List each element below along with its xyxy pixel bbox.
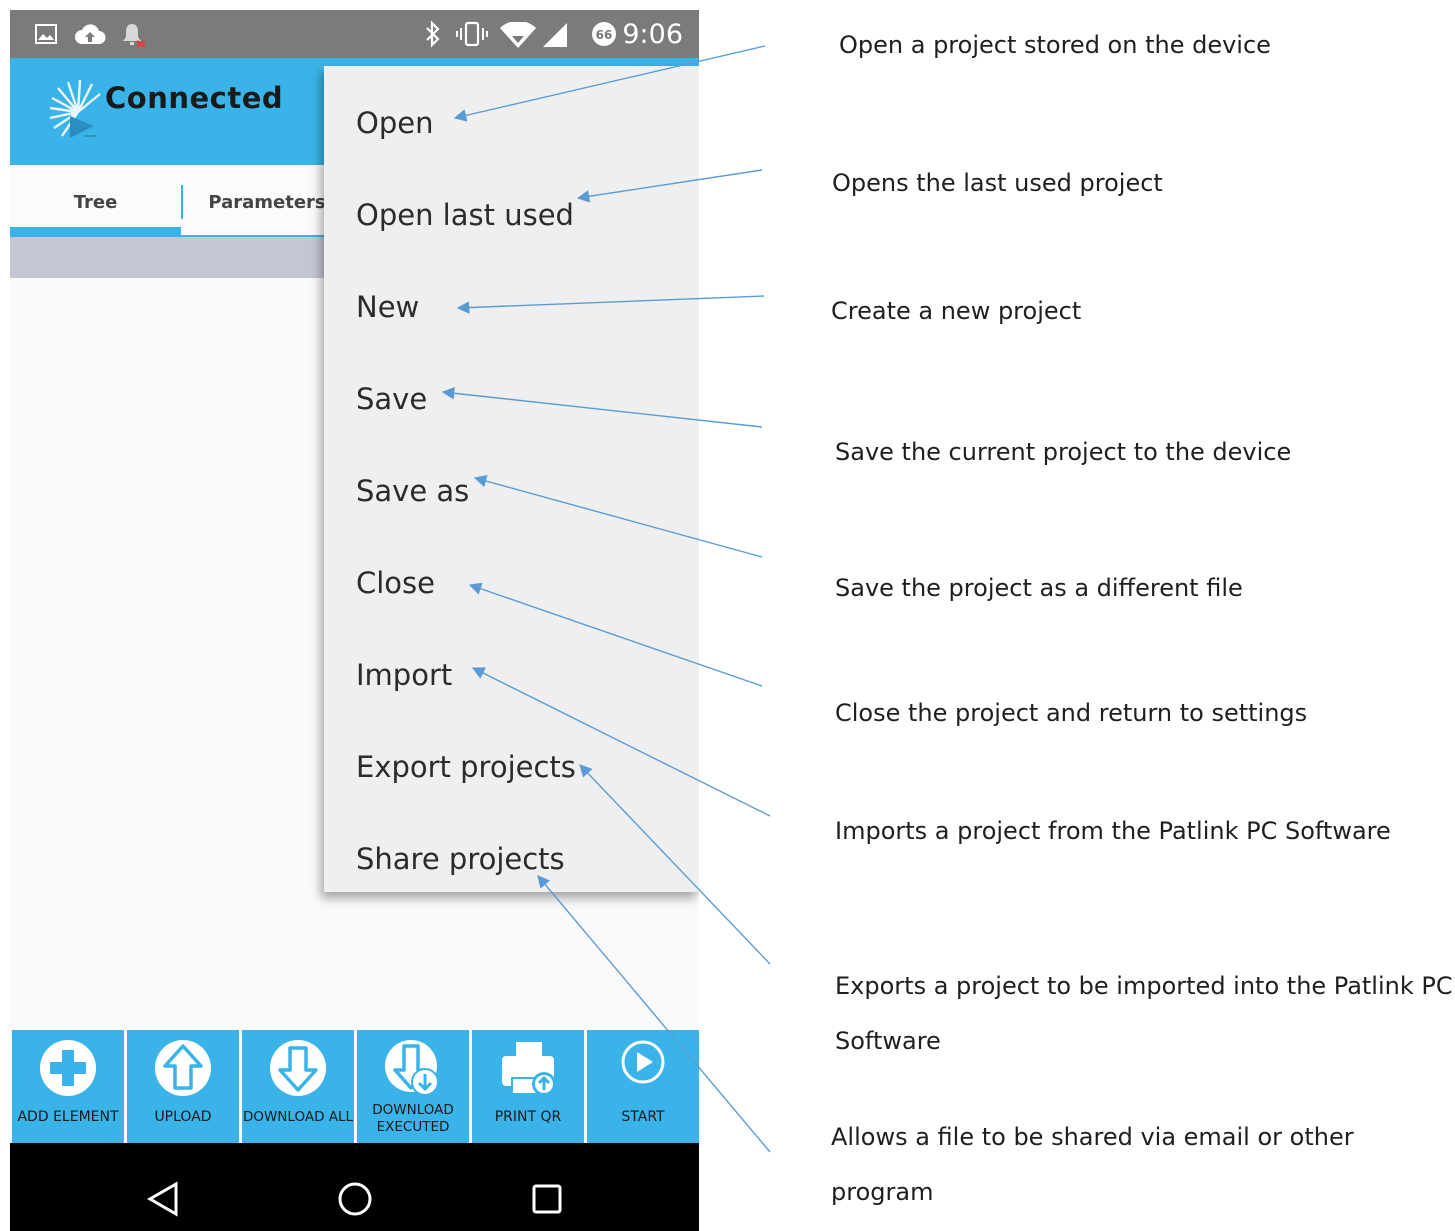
arrow-new [456,295,765,314]
annotation-save-as: Save the project as a different file [835,574,1243,602]
arrow-open [453,45,766,122]
arrow-save [441,386,763,428]
annotation-share-line2: program [831,1178,934,1206]
arrow-export-projects [579,764,771,965]
arrow-import [471,667,771,817]
annotation-close: Close the project and return to settings [835,699,1308,727]
annotation-open-last-used: Opens the last used project [832,169,1163,197]
annotation-arrows [441,45,771,1153]
arrow-share-projects [537,875,771,1153]
arrow-close [468,582,763,687]
arrow-open-last-used [576,169,763,203]
annotation-import: Imports a project from the Patlink PC So… [835,817,1391,845]
annotation-save: Save the current project to the device [835,438,1292,466]
annotation-open: Open a project stored on the device [839,31,1271,59]
annotation-new: Create a new project [831,297,1082,325]
arrow-save-as [473,474,763,558]
annotation-export-line2: Software [835,1027,941,1055]
annotation-export-line1: Exports a project to be imported into th… [835,972,1453,1000]
annotation-share-line1: Allows a file to be shared via email or … [831,1123,1354,1151]
